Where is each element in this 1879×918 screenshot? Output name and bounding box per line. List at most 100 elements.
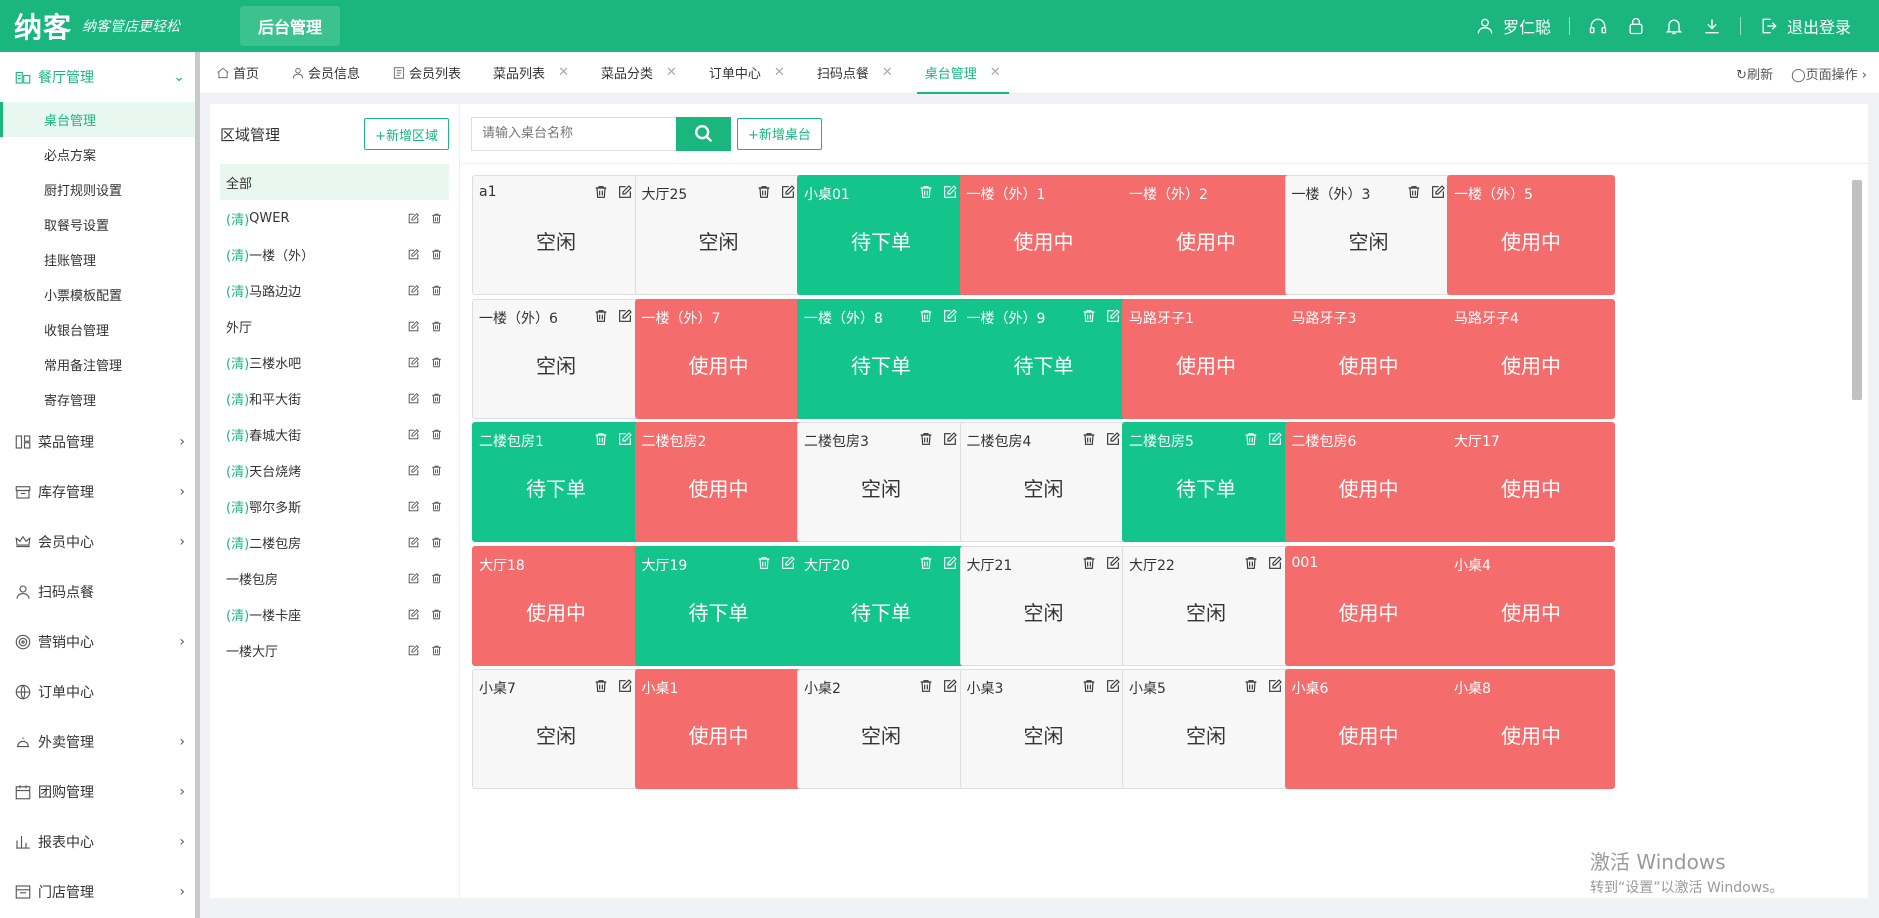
- area-item[interactable]: (清) 春城大街: [220, 416, 449, 452]
- tab-member-list[interactable]: 会员列表: [376, 52, 477, 94]
- tab-dish-category[interactable]: 菜品分类 ✕: [585, 52, 693, 94]
- trash-icon[interactable]: [1243, 555, 1259, 571]
- add-area-button[interactable]: +新增区域: [364, 118, 449, 150]
- edit-icon[interactable]: [617, 184, 633, 200]
- user-menu[interactable]: 罗仁聪: [1475, 14, 1551, 38]
- tab-scan-order[interactable]: 扫码点餐 ✕: [801, 52, 909, 94]
- bell-icon[interactable]: [1664, 16, 1684, 36]
- trash-icon[interactable]: [430, 428, 443, 441]
- sidebar-item-storage[interactable]: 寄存管理: [0, 382, 195, 417]
- table-card[interactable]: 一楼（外）2 使用中: [1122, 175, 1290, 295]
- page-ops-button[interactable]: ◯页面操作 ›: [1791, 64, 1867, 83]
- trash-icon[interactable]: [918, 184, 934, 200]
- edit-icon[interactable]: [1430, 184, 1446, 200]
- close-icon[interactable]: ✕: [558, 65, 569, 80]
- table-card[interactable]: 大厅18 使用中: [472, 545, 640, 666]
- table-card[interactable]: 大厅21 空闲: [959, 545, 1128, 666]
- edit-icon[interactable]: [407, 284, 420, 297]
- edit-icon[interactable]: [780, 555, 796, 571]
- trash-icon[interactable]: [430, 392, 443, 405]
- trash-icon[interactable]: [1081, 555, 1097, 571]
- close-icon[interactable]: ✕: [882, 65, 893, 80]
- table-card[interactable]: 一楼（外）7 使用中: [634, 298, 803, 419]
- edit-icon[interactable]: [942, 431, 958, 447]
- table-card[interactable]: 一楼（外）1 使用中: [959, 175, 1128, 295]
- table-card[interactable]: 二楼包房6 使用中: [1284, 422, 1453, 542]
- edit-icon[interactable]: [1105, 678, 1121, 694]
- edit-icon[interactable]: [1105, 431, 1121, 447]
- table-card[interactable]: 小桌1 使用中: [634, 669, 803, 789]
- table-card[interactable]: 小桌3 空闲: [959, 669, 1128, 789]
- sidebar-group-restaurant[interactable]: 餐厅管理 ⌄: [0, 52, 195, 102]
- trash-icon[interactable]: [430, 500, 443, 513]
- edit-icon[interactable]: [617, 431, 633, 447]
- sidebar-item-must-order[interactable]: 必点方案: [0, 137, 195, 172]
- trash-icon[interactable]: [918, 308, 934, 324]
- table-card[interactable]: 二楼包房2 使用中: [634, 422, 803, 542]
- edit-icon[interactable]: [617, 678, 633, 694]
- top-tab-admin[interactable]: 后台管理: [240, 6, 341, 46]
- content-scrollbar[interactable]: [1852, 180, 1862, 400]
- sidebar-group-store[interactable]: 门店管理 ›: [0, 867, 195, 917]
- trash-icon[interactable]: [918, 555, 934, 571]
- table-card[interactable]: 小桌8 使用中: [1447, 669, 1615, 789]
- sidebar-item-kitchen-print[interactable]: 厨打规则设置: [0, 172, 195, 207]
- trash-icon[interactable]: [593, 431, 609, 447]
- area-item[interactable]: 外厅: [220, 308, 449, 344]
- sidebar-group-marketing[interactable]: 营销中心 ›: [0, 617, 195, 667]
- trash-icon[interactable]: [430, 248, 443, 261]
- edit-icon[interactable]: [407, 212, 420, 225]
- edit-icon[interactable]: [1267, 555, 1283, 571]
- table-card[interactable]: 大厅25 空闲: [634, 175, 803, 295]
- close-icon[interactable]: ✕: [774, 65, 785, 80]
- search-button[interactable]: [676, 116, 731, 151]
- trash-icon[interactable]: [430, 356, 443, 369]
- trash-icon[interactable]: [593, 184, 609, 200]
- table-card[interactable]: 小桌01 待下单: [797, 175, 965, 295]
- sidebar-group-orders[interactable]: 订单中心: [0, 667, 195, 717]
- edit-icon[interactable]: [407, 248, 420, 261]
- tab-dish-list[interactable]: 菜品列表 ✕: [477, 52, 585, 94]
- table-card[interactable]: 一楼（外）9 待下单: [959, 298, 1128, 419]
- table-card[interactable]: 一楼（外）5 使用中: [1447, 175, 1615, 295]
- table-card[interactable]: 二楼包房1 待下单: [472, 422, 640, 542]
- trash-icon[interactable]: [593, 308, 609, 324]
- sidebar-item-credit[interactable]: 挂账管理: [0, 242, 195, 277]
- edit-icon[interactable]: [407, 536, 420, 549]
- sidebar-group-groupbuy[interactable]: 团购管理 ›: [0, 767, 195, 817]
- table-card[interactable]: 二楼包房5 待下单: [1122, 422, 1290, 542]
- refresh-button[interactable]: ↻刷新: [1736, 64, 1773, 83]
- edit-icon[interactable]: [407, 464, 420, 477]
- table-card[interactable]: 大厅17 使用中: [1447, 422, 1615, 542]
- table-card[interactable]: 小桌2 空闲: [797, 669, 965, 789]
- table-card[interactable]: 二楼包房4 空闲: [959, 422, 1128, 542]
- tab-order-center[interactable]: 订单中心 ✕: [693, 52, 801, 94]
- trash-icon[interactable]: [430, 644, 443, 657]
- edit-icon[interactable]: [407, 644, 420, 657]
- sidebar-group-scan-order[interactable]: 扫码点餐: [0, 567, 195, 617]
- table-card[interactable]: 一楼（外）8 待下单: [797, 298, 965, 419]
- edit-icon[interactable]: [407, 572, 420, 585]
- trash-icon[interactable]: [1243, 678, 1259, 694]
- trash-icon[interactable]: [756, 555, 772, 571]
- sidebar-group-dishes[interactable]: 菜品管理 ›: [0, 417, 195, 467]
- tab-member-info[interactable]: 会员信息: [275, 52, 376, 94]
- trash-icon[interactable]: [918, 431, 934, 447]
- trash-icon[interactable]: [756, 184, 772, 200]
- edit-icon[interactable]: [1267, 678, 1283, 694]
- trash-icon[interactable]: [430, 212, 443, 225]
- close-icon[interactable]: ✕: [990, 65, 1001, 80]
- area-item[interactable]: (清) QWER: [220, 200, 449, 236]
- edit-icon[interactable]: [407, 356, 420, 369]
- trash-icon[interactable]: [593, 678, 609, 694]
- sidebar-scrollbar[interactable]: [195, 52, 200, 918]
- edit-icon[interactable]: [407, 428, 420, 441]
- edit-icon[interactable]: [407, 392, 420, 405]
- trash-icon[interactable]: [430, 464, 443, 477]
- area-item[interactable]: (清) 鄂尔多斯: [220, 488, 449, 524]
- trash-icon[interactable]: [1081, 431, 1097, 447]
- trash-icon[interactable]: [1081, 308, 1097, 324]
- table-card[interactable]: 马路牙子4 使用中: [1447, 298, 1615, 419]
- sidebar-group-reports[interactable]: 报表中心 ›: [0, 817, 195, 867]
- trash-icon[interactable]: [430, 572, 443, 585]
